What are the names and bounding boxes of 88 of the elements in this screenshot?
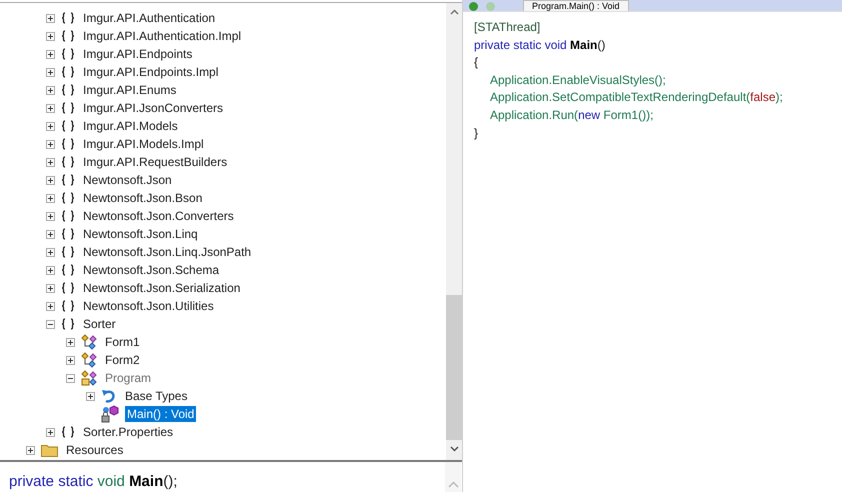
expand-toggle[interactable] <box>46 302 55 310</box>
expand-toggle[interactable] <box>46 230 55 238</box>
tree-item[interactable]: Newtonsoft.Json.Schema <box>81 262 222 278</box>
braces-icon <box>61 282 75 294</box>
tree-item[interactable]: Newtonsoft.Json.Utilities <box>81 298 216 314</box>
expand-toggle[interactable] <box>46 14 55 22</box>
scrollbar-thumb[interactable] <box>446 295 462 440</box>
tree-item[interactable]: Newtonsoft.Json.Converters <box>81 208 236 224</box>
tree-item[interactable]: Newtonsoft.Json <box>81 172 174 188</box>
method-lock-icon <box>101 405 119 423</box>
expand-toggle[interactable] <box>46 122 55 130</box>
collapse-toggle[interactable] <box>66 374 75 382</box>
expand-toggle[interactable] <box>46 50 55 58</box>
declaration-text: private static void Main(); <box>8 473 178 490</box>
expand-toggle[interactable] <box>46 284 55 292</box>
expand-toggle[interactable] <box>46 266 55 274</box>
tree-item[interactable]: Sorter <box>81 316 118 332</box>
braces-icon <box>61 138 75 150</box>
braces-icon <box>61 264 75 276</box>
braces-icon <box>61 300 75 312</box>
braces-icon <box>61 66 75 78</box>
editor-tab[interactable]: Program.Main() : Void <box>523 0 629 11</box>
expand-toggle[interactable] <box>46 68 55 76</box>
braces-icon <box>61 84 75 96</box>
expand-toggle[interactable] <box>26 446 35 454</box>
expand-toggle[interactable] <box>46 86 55 94</box>
braces-icon <box>61 192 75 204</box>
class-icon <box>81 334 97 350</box>
code-line: { <box>474 54 480 72</box>
folder-icon <box>41 443 58 457</box>
expand-toggle[interactable] <box>46 212 55 220</box>
braces-icon <box>61 174 75 186</box>
down-caret-icon[interactable] <box>450 446 458 452</box>
braces-icon <box>61 120 75 132</box>
braces-icon <box>61 12 75 24</box>
tree-item[interactable]: Imgur.API.Enums <box>81 82 178 98</box>
tree-item[interactable]: Imgur.API.Endpoints <box>81 46 194 62</box>
tree-item[interactable]: Imgur.API.JsonConverters <box>81 100 226 116</box>
tree-item[interactable]: Main() : Void <box>125 406 196 422</box>
braces-icon <box>61 30 75 42</box>
tree-item[interactable]: Newtonsoft.Json.Serialization <box>81 280 242 296</box>
braces-icon <box>61 156 75 168</box>
expand-toggle[interactable] <box>46 104 55 112</box>
braces-icon <box>61 228 75 240</box>
expand-toggle[interactable] <box>46 248 55 256</box>
braces-icon <box>61 426 75 438</box>
expand-toggle[interactable] <box>46 158 55 166</box>
braces-icon <box>61 48 75 60</box>
class-icon <box>81 352 97 368</box>
code-line: private static void Main() <box>474 36 606 54</box>
tree-item[interactable]: Form2 <box>103 352 142 368</box>
expand-toggle[interactable] <box>46 32 55 40</box>
expand-toggle[interactable] <box>46 428 55 436</box>
braces-icon <box>61 246 75 258</box>
class-icon <box>81 370 97 386</box>
tree-item[interactable]: Imgur.API.Models.Impl <box>81 136 206 152</box>
tree-item[interactable]: Sorter.Properties <box>81 424 176 440</box>
braces-icon <box>61 102 75 114</box>
braces-icon <box>61 210 75 222</box>
code-line: } <box>474 124 480 142</box>
code-line: Application.SetCompatibleTextRenderingDefault(false); <box>489 89 784 106</box>
code-line: Application.EnableVisualStyles(); <box>489 72 667 89</box>
curved-arrow-icon <box>101 388 117 404</box>
tree-item[interactable]: Newtonsoft.Json.Linq.JsonPath <box>81 244 254 260</box>
tree-item[interactable]: Imgur.API.Authentication <box>81 10 218 26</box>
tree-item[interactable]: Newtonsoft.Json.Bson <box>81 190 204 206</box>
tree-item[interactable]: Form1 <box>103 334 142 350</box>
tree-item[interactable]: Imgur.API.Authentication.Impl <box>81 28 244 44</box>
tree-item[interactable]: Newtonsoft.Json.Linq <box>81 226 200 242</box>
scrollbar[interactable] <box>446 2 462 460</box>
tree-item[interactable]: Imgur.API.Models <box>81 118 180 134</box>
up-caret-icon[interactable] <box>450 9 458 15</box>
tree-item[interactable]: Base Types <box>123 388 190 404</box>
tree-item[interactable]: Resources <box>64 442 126 458</box>
tree-item[interactable]: Imgur.API.RequestBuilders <box>81 154 230 170</box>
expand-toggle[interactable] <box>46 194 55 202</box>
expand-toggle[interactable] <box>66 356 75 364</box>
braces-icon <box>61 318 75 330</box>
collapse-toggle[interactable] <box>46 320 55 328</box>
code-line: Application.Run(new Form1()); <box>489 106 654 124</box>
scrollbar[interactable] <box>445 462 461 492</box>
expand-toggle[interactable] <box>46 140 55 148</box>
expand-toggle[interactable] <box>86 392 95 400</box>
expand-toggle[interactable] <box>46 176 55 184</box>
expand-toggle[interactable] <box>66 338 75 346</box>
code-line: [STAThread] <box>474 19 542 36</box>
tree-item[interactable]: Program <box>103 370 154 386</box>
tree-item[interactable]: Imgur.API.Endpoints.Impl <box>81 64 220 80</box>
